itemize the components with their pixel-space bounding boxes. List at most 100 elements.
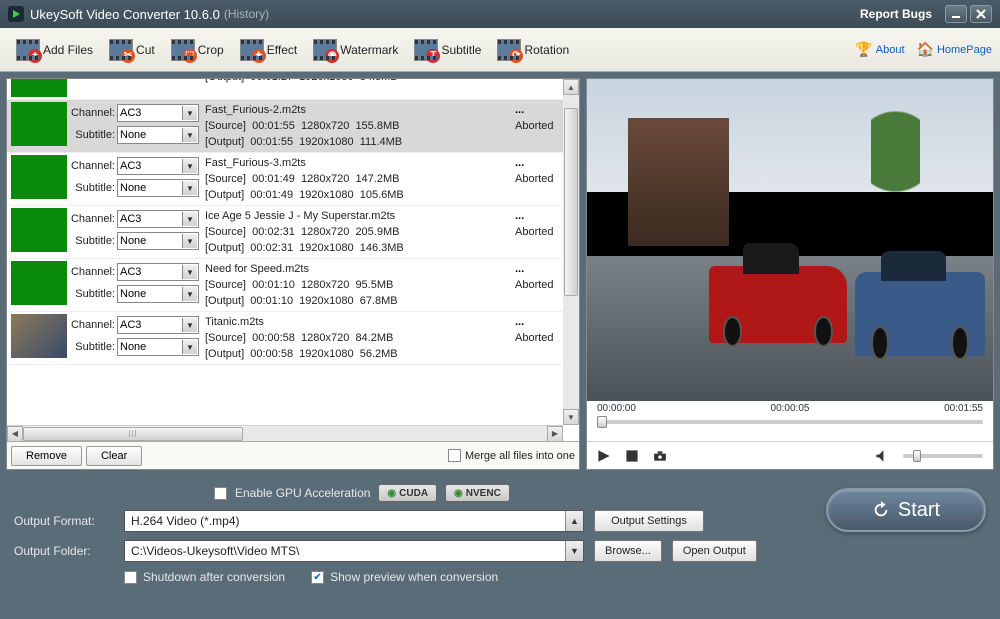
video-thumbnail bbox=[11, 155, 67, 199]
watermark-button[interactable]: ◉Watermark bbox=[305, 36, 406, 64]
chevron-down-icon[interactable]: ▼ bbox=[182, 265, 197, 279]
output-folder-label: Output Folder: bbox=[14, 544, 114, 558]
chevron-down-icon[interactable]: ▼ bbox=[182, 340, 197, 354]
chevron-down-icon[interactable]: ▼ bbox=[182, 212, 197, 226]
subtitle-label: Subtitle: bbox=[69, 129, 115, 141]
cut-button[interactable]: ✂Cut bbox=[101, 36, 163, 64]
chevron-down-icon[interactable]: ▼ bbox=[182, 181, 197, 195]
file-row[interactable]: Channel:AC3▼Subtitle:None▼Fast_Furious-2… bbox=[7, 100, 579, 153]
nvenc-badge: ◉NVENC bbox=[445, 484, 510, 502]
start-button[interactable]: Start bbox=[826, 488, 986, 532]
chevron-down-icon[interactable]: ▼ bbox=[182, 287, 197, 301]
film-icon: ✦ bbox=[240, 39, 264, 61]
titlebar: UkeySoft Video Converter 10.6.0 (History… bbox=[0, 0, 1000, 28]
film-icon: ⟳ bbox=[497, 39, 521, 61]
merge-checkbox[interactable] bbox=[448, 449, 461, 462]
chevron-up-icon[interactable]: ▲ bbox=[565, 511, 583, 531]
open-output-button[interactable]: Open Output bbox=[672, 540, 757, 562]
file-row[interactable]: Channel:AC3▼Subtitle:None▼Fast_Furious-3… bbox=[7, 153, 579, 206]
channel-select[interactable]: AC3▼ bbox=[117, 263, 199, 281]
scroll-thumb[interactable] bbox=[564, 108, 578, 296]
close-button[interactable] bbox=[970, 5, 992, 23]
seek-knob[interactable] bbox=[597, 416, 607, 428]
output-format-label: Output Format: bbox=[14, 514, 114, 528]
app-logo-icon bbox=[8, 6, 24, 22]
chevron-down-icon[interactable]: ▼ bbox=[565, 541, 583, 561]
history-link[interactable]: (History) bbox=[224, 7, 269, 21]
chevron-down-icon[interactable]: ▼ bbox=[182, 106, 197, 120]
film-icon: ⬚ bbox=[171, 39, 195, 61]
snapshot-icon[interactable] bbox=[653, 449, 667, 463]
channel-label: Channel: bbox=[69, 266, 115, 278]
channel-select[interactable]: AC3▼ bbox=[117, 104, 199, 122]
file-row[interactable]: Channel:AC3▼Subtitle:None▼Need for Speed… bbox=[7, 259, 579, 312]
gpu-label: Enable GPU Acceleration bbox=[235, 486, 370, 500]
volume-knob[interactable] bbox=[913, 450, 921, 462]
play-icon[interactable] bbox=[597, 449, 611, 463]
refresh-icon bbox=[872, 501, 890, 519]
effect-button[interactable]: ✦Effect bbox=[232, 36, 305, 64]
file-row[interactable]: Subtitle:None▼[Source] 00:01:27 1280x720… bbox=[7, 79, 579, 100]
film-icon: ✂ bbox=[109, 39, 133, 61]
preview-checkbox[interactable]: ✔ bbox=[311, 571, 324, 584]
vertical-scrollbar[interactable]: ▲ ▼ bbox=[563, 79, 579, 425]
file-row[interactable]: Channel:AC3▼Subtitle:None▼Titanic.m2ts[S… bbox=[7, 312, 579, 365]
file-row[interactable]: Channel:AC3▼Subtitle:None▼Ice Age 5 Jess… bbox=[7, 206, 579, 259]
file-name: Fast_Furious-3.m2ts bbox=[205, 155, 515, 171]
channel-select[interactable]: AC3▼ bbox=[117, 210, 199, 228]
volume-slider[interactable] bbox=[903, 454, 983, 458]
channel-select[interactable]: AC3▼ bbox=[117, 157, 199, 175]
chevron-down-icon[interactable]: ▼ bbox=[182, 234, 197, 248]
stop-icon[interactable] bbox=[625, 449, 639, 463]
video-thumbnail bbox=[11, 102, 67, 146]
minimize-button[interactable] bbox=[945, 5, 967, 23]
gpu-checkbox[interactable] bbox=[214, 487, 227, 500]
output-info: [Output] 00:01:10 1920x1080 67.8MB bbox=[205, 293, 515, 309]
file-name: Titanic.m2ts bbox=[205, 314, 515, 330]
clear-button[interactable]: Clear bbox=[86, 446, 142, 466]
chevron-down-icon[interactable]: ▼ bbox=[182, 159, 197, 173]
file-list-panel: Subtitle:None▼[Source] 00:01:27 1280x720… bbox=[6, 78, 580, 470]
crop-button[interactable]: ⬚Crop bbox=[163, 36, 232, 64]
channel-label: Channel: bbox=[69, 319, 115, 331]
channel-select[interactable]: AC3▼ bbox=[117, 316, 199, 334]
trophy-icon: 🏆 bbox=[855, 41, 872, 58]
output-info: [Output] 00:01:55 1920x1080 111.4MB bbox=[205, 134, 515, 150]
scroll-down-icon[interactable]: ▼ bbox=[563, 409, 579, 425]
scroll-left-icon[interactable]: ◀ bbox=[7, 426, 23, 442]
timeline: 00:00:00 00:00:05 00:01:55 bbox=[587, 401, 993, 441]
source-info: [Source] 00:02:31 1280x720 205.9MB bbox=[205, 224, 515, 240]
remove-button[interactable]: Remove bbox=[11, 446, 82, 466]
scroll-up-icon[interactable]: ▲ bbox=[563, 79, 579, 95]
homepage-link[interactable]: 🏠HomePage bbox=[917, 41, 992, 58]
volume-icon[interactable] bbox=[875, 449, 889, 463]
horizontal-scrollbar[interactable]: ◀ ▶ bbox=[7, 425, 563, 441]
subtitle-button[interactable]: TSubtitle bbox=[406, 36, 489, 64]
rotation-button[interactable]: ⟳Rotation bbox=[489, 36, 577, 64]
subtitle-select[interactable]: None▼ bbox=[117, 232, 199, 250]
subtitle-select[interactable]: None▼ bbox=[117, 126, 199, 144]
output-settings-button[interactable]: Output Settings bbox=[594, 510, 704, 532]
scroll-thumb[interactable] bbox=[23, 427, 243, 441]
seek-slider[interactable] bbox=[597, 420, 983, 424]
scroll-right-icon[interactable]: ▶ bbox=[547, 426, 563, 442]
output-info: [Output] 00:01:49 1920x1080 105.6MB bbox=[205, 187, 515, 203]
chevron-down-icon[interactable]: ▼ bbox=[182, 128, 197, 142]
report-bugs-link[interactable]: Report Bugs bbox=[860, 7, 932, 21]
shutdown-checkbox[interactable] bbox=[124, 571, 137, 584]
subtitle-select[interactable]: None▼ bbox=[117, 285, 199, 303]
chevron-down-icon[interactable]: ▼ bbox=[182, 318, 197, 332]
output-info: [Output] 00:00:58 1920x1080 56.2MB bbox=[205, 346, 515, 362]
browse-button[interactable]: Browse... bbox=[594, 540, 662, 562]
subtitle-select[interactable]: None▼ bbox=[117, 338, 199, 356]
app-title: UkeySoft Video Converter 10.6.0 bbox=[30, 7, 220, 22]
add-files-button[interactable]: +Add Files bbox=[8, 36, 101, 64]
output-folder-input[interactable]: C:\Videos-Ukeysoft\Video MTS\▼ bbox=[124, 540, 584, 562]
subtitle-select[interactable]: None▼ bbox=[117, 179, 199, 197]
channel-label: Channel: bbox=[69, 107, 115, 119]
output-format-select[interactable]: H.264 Video (*.mp4)▲ bbox=[124, 510, 584, 532]
cuda-badge: ◉CUDA bbox=[378, 484, 437, 502]
video-preview[interactable] bbox=[587, 79, 993, 401]
output-info: [Output] 00:01:27 1920x1080 84.3MB bbox=[205, 79, 515, 85]
about-link[interactable]: 🏆About bbox=[855, 41, 904, 58]
